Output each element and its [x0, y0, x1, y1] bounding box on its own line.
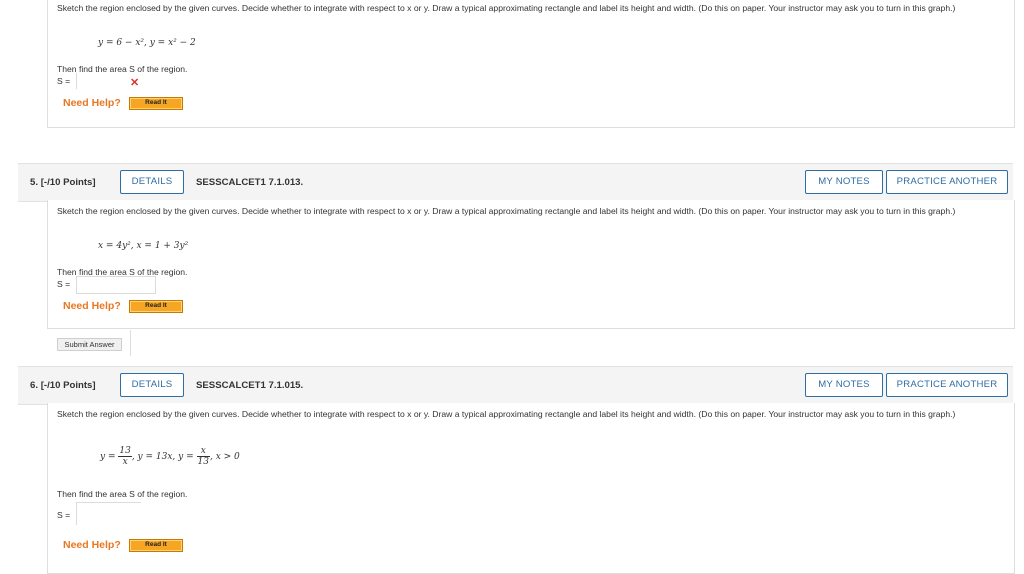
question-6-prompt: Sketch the region enclosed by the given … — [57, 409, 956, 419]
question-6-my-notes-button[interactable]: MY NOTES — [805, 373, 883, 397]
question-4-need-help: Need Help? — [63, 97, 121, 109]
question-4-answer-input[interactable] — [76, 73, 125, 89]
question-5-points: [-/10 Points] — [40, 177, 96, 188]
question-5-s-label: S = — [57, 279, 71, 289]
question-6-number-label: 6. — [30, 380, 39, 391]
eq-y-prefix: y = — [100, 452, 116, 462]
question-5-answer-input[interactable] — [76, 276, 156, 294]
question-6-practice-another-button[interactable]: PRACTICE ANOTHER — [886, 373, 1008, 397]
x-mark-icon: ✕ — [130, 77, 140, 89]
question-5-read-it-button[interactable]: Read It — [129, 300, 183, 313]
question-5-need-help: Need Help? — [63, 300, 121, 312]
question-5-number-label: 5. — [30, 177, 39, 188]
eq-fraction-2-num: x — [196, 446, 210, 457]
question-5-practice-another-button[interactable]: PRACTICE ANOTHER — [886, 170, 1008, 194]
question-4-equation: y = 6 − x², y = x² − 2 — [98, 38, 196, 48]
question-6-answer-input[interactable] — [76, 502, 141, 525]
question-6-s-label: S = — [57, 510, 71, 520]
question-5-equation: x = 4y², x = 1 + 3y² — [98, 241, 189, 251]
question-6-equation: y = 13 x , y = 13x, y = x 13 , x > 0 — [100, 446, 240, 467]
eq-tail: , x > 0 — [209, 452, 240, 462]
question-4-panel — [47, 0, 1015, 128]
question-5-submit-answer-button[interactable]: Submit Answer — [57, 338, 122, 351]
question-5-prompt: Sketch the region enclosed by the given … — [57, 206, 956, 216]
eq-fraction-2-den: 13 — [197, 457, 209, 467]
eq-fraction-1-num: 13 — [118, 446, 132, 457]
question-5-details-button[interactable]: DETAILS — [120, 170, 184, 194]
question-6-need-help: Need Help? — [63, 539, 121, 551]
question-4-read-it-button[interactable]: Read It — [129, 97, 183, 110]
eq-fraction-2: x 13 — [196, 446, 210, 467]
question-6-read-it-button[interactable]: Read It — [129, 539, 183, 552]
question-6-code: SESSCALCET1 7.1.015. — [196, 380, 304, 391]
submit-divider — [130, 330, 131, 356]
eq-middle: , y = 13x, y = — [131, 452, 194, 462]
question-5-number: 5. [-/10 Points] — [30, 177, 96, 188]
question-6-details-button[interactable]: DETAILS — [120, 373, 184, 397]
question-6-then-text: Then find the area S of the region. — [57, 489, 188, 499]
eq-fraction-1-den: x — [122, 457, 128, 467]
question-5-my-notes-button[interactable]: MY NOTES — [805, 170, 883, 194]
eq-fraction-1: 13 x — [118, 446, 132, 467]
question-5-code: SESSCALCET1 7.1.013. — [196, 177, 304, 188]
question-6-points: [-/10 Points] — [40, 380, 96, 391]
question-6-panel — [47, 403, 1015, 574]
question-4-s-label: S = — [57, 76, 71, 86]
question-5-panel — [47, 200, 1015, 329]
question-6-number: 6. [-/10 Points] — [30, 380, 96, 391]
question-4-prompt: Sketch the region enclosed by the given … — [57, 3, 956, 13]
